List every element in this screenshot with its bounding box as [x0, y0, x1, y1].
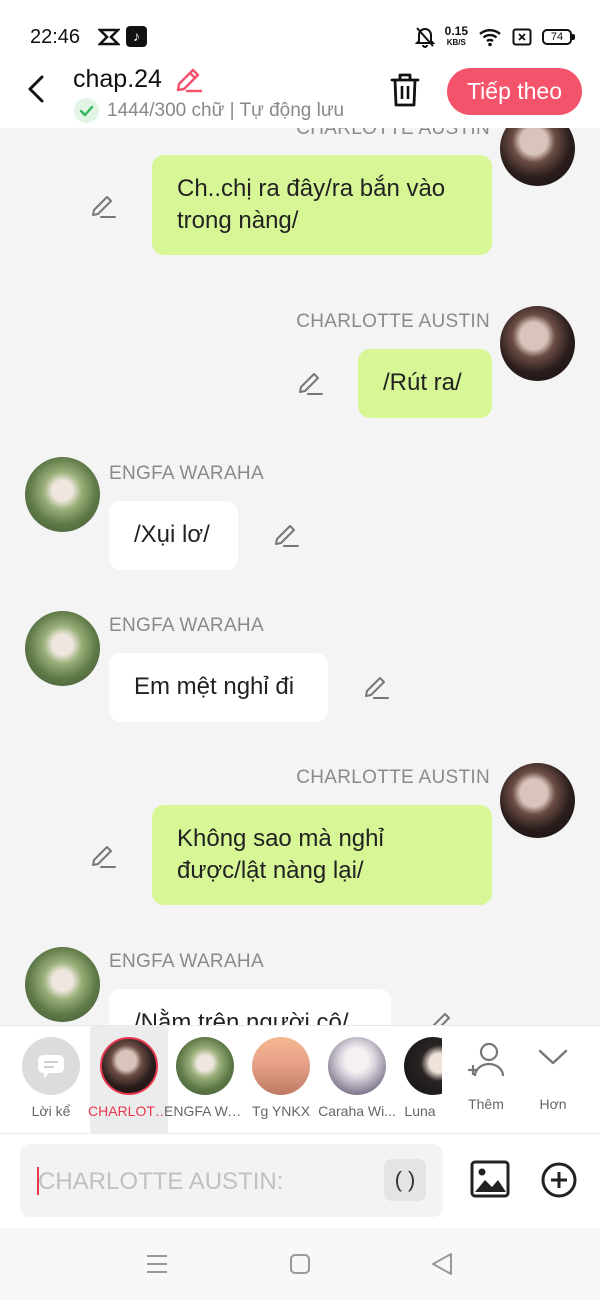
message-bubble[interactable]: /Xụi lơ/ [109, 501, 238, 570]
back-triangle-icon[interactable] [430, 1251, 454, 1277]
wifi-icon [479, 29, 501, 47]
luna-avatar [404, 1037, 442, 1095]
battery-indicator: 74 [542, 29, 575, 45]
add-circle-icon[interactable] [540, 1161, 578, 1199]
editor-header: chap.24 1444/300 chữ | Tự động lưu Tiếp … [0, 62, 600, 128]
character-name: Tg YNKX [251, 1103, 311, 1119]
home-square-icon[interactable] [289, 1253, 311, 1275]
net-speed-value: 0.15 [444, 24, 468, 38]
system-nav-bar [0, 1228, 600, 1300]
status-time: 22:46 [30, 26, 81, 48]
net-speed: 0.15 KB/S [444, 24, 468, 48]
character-engfa[interactable]: ENGFA WARAHA [164, 1026, 246, 1133]
character-name: Lời kể [31, 1103, 71, 1119]
trash-icon[interactable] [388, 72, 422, 108]
charlotte-avatar[interactable] [500, 306, 575, 381]
add-label: Thêm [468, 1096, 504, 1112]
character-selector: Lời kể CHARLOTTE AUSTIN ENGFA WARAHA Tg … [0, 1025, 600, 1133]
character-name: Caraha Wi... [318, 1103, 396, 1119]
sender-name: CHARLOTTE AUSTIN [296, 128, 490, 139]
character-tg-ynkx[interactable]: Tg YNKX [242, 1026, 320, 1133]
character-luna[interactable]: Luna [394, 1026, 442, 1133]
status-bar: 22:46 ♪ 0.15 KB/S 74 [0, 0, 600, 62]
more-label: Hơn [539, 1096, 567, 1112]
character-charlotte[interactable]: CHARLOTTE AUSTIN [88, 1026, 170, 1133]
edit-pencil-icon[interactable] [89, 843, 117, 871]
sender-name: CHARLOTTE AUSTIN [296, 311, 490, 332]
edit-pencil-icon[interactable] [427, 1010, 455, 1025]
charlotte-avatar[interactable] [500, 763, 575, 838]
check-circle-icon [74, 98, 99, 123]
chevron-down-icon [538, 1049, 568, 1065]
caraha-avatar [328, 1037, 386, 1095]
composer: CHARLOTTE AUSTIN: ( ) [0, 1133, 600, 1228]
engfa-avatar [176, 1037, 234, 1095]
capcut-icon [98, 28, 120, 46]
sender-name: CHARLOTTE AUSTIN [296, 767, 490, 788]
parentheses-button[interactable]: ( ) [384, 1159, 426, 1201]
tg-ynkx-avatar [252, 1037, 310, 1095]
tiktok-icon: ♪ [126, 26, 147, 47]
character-name: CHARLOTTE AUSTIN [88, 1103, 170, 1119]
message-bubble[interactable]: Ch..chị ra đây/ra bắn vào trong nàng/ [152, 155, 492, 255]
sender-name: ENGFA WARAHA [109, 463, 264, 484]
edit-title-pencil-icon[interactable] [173, 65, 203, 95]
character-narrator[interactable]: Lời kể [12, 1026, 90, 1133]
message-bubble[interactable]: Không sao mà nghỉ được/lật nàng lại/ [152, 805, 492, 905]
more-button[interactable]: Hơn [518, 1026, 588, 1133]
recent-apps-icon[interactable] [145, 1253, 169, 1275]
charlotte-avatar[interactable] [500, 128, 575, 186]
next-button[interactable]: Tiếp theo [447, 68, 582, 115]
message-bubble[interactable]: /Rút ra/ [358, 349, 492, 418]
character-name: ENGFA WARAHA [164, 1103, 246, 1119]
input-placeholder: CHARLOTTE AUSTIN: [38, 1168, 284, 1195]
add-user-icon [468, 1042, 505, 1077]
character-name: Luna [404, 1103, 436, 1119]
net-speed-unit: KB/S [446, 38, 466, 47]
edit-pencil-icon[interactable] [89, 193, 117, 221]
speech-bubble-icon [38, 1055, 64, 1078]
sender-name: ENGFA WARAHA [109, 951, 264, 972]
edit-pencil-icon[interactable] [362, 674, 390, 702]
character-caraha[interactable]: Caraha Wi... [318, 1026, 396, 1133]
word-count-status: 1444/300 chữ | Tự động lưu [107, 100, 345, 121]
sim-icon [512, 28, 532, 46]
engfa-avatar[interactable] [25, 611, 100, 686]
engfa-avatar[interactable] [25, 947, 100, 1022]
message-bubble[interactable]: Em mệt nghỉ đi [109, 653, 328, 722]
edit-pencil-icon[interactable] [296, 370, 324, 398]
chat-area[interactable]: CHARLOTTE AUSTIN Ch..chị ra đây/ra bắn v… [0, 128, 600, 1025]
insert-image-icon[interactable] [470, 1160, 510, 1198]
mute-bell-icon [414, 27, 435, 48]
status-indicators: 0.15 KB/S 74 [414, 24, 575, 50]
engfa-avatar[interactable] [25, 457, 100, 532]
charlotte-avatar [100, 1037, 158, 1095]
edit-pencil-icon[interactable] [272, 522, 300, 550]
chapter-title[interactable]: chap.24 [73, 65, 162, 94]
add-character-button[interactable]: Thêm [451, 1026, 521, 1133]
back-arrow-icon[interactable] [22, 74, 52, 104]
message-bubble[interactable]: /Nằm trên người cô/ [109, 989, 391, 1025]
message-input[interactable]: CHARLOTTE AUSTIN: ( ) [20, 1144, 443, 1217]
sender-name: ENGFA WARAHA [109, 615, 264, 636]
narrator-avatar [22, 1037, 80, 1095]
